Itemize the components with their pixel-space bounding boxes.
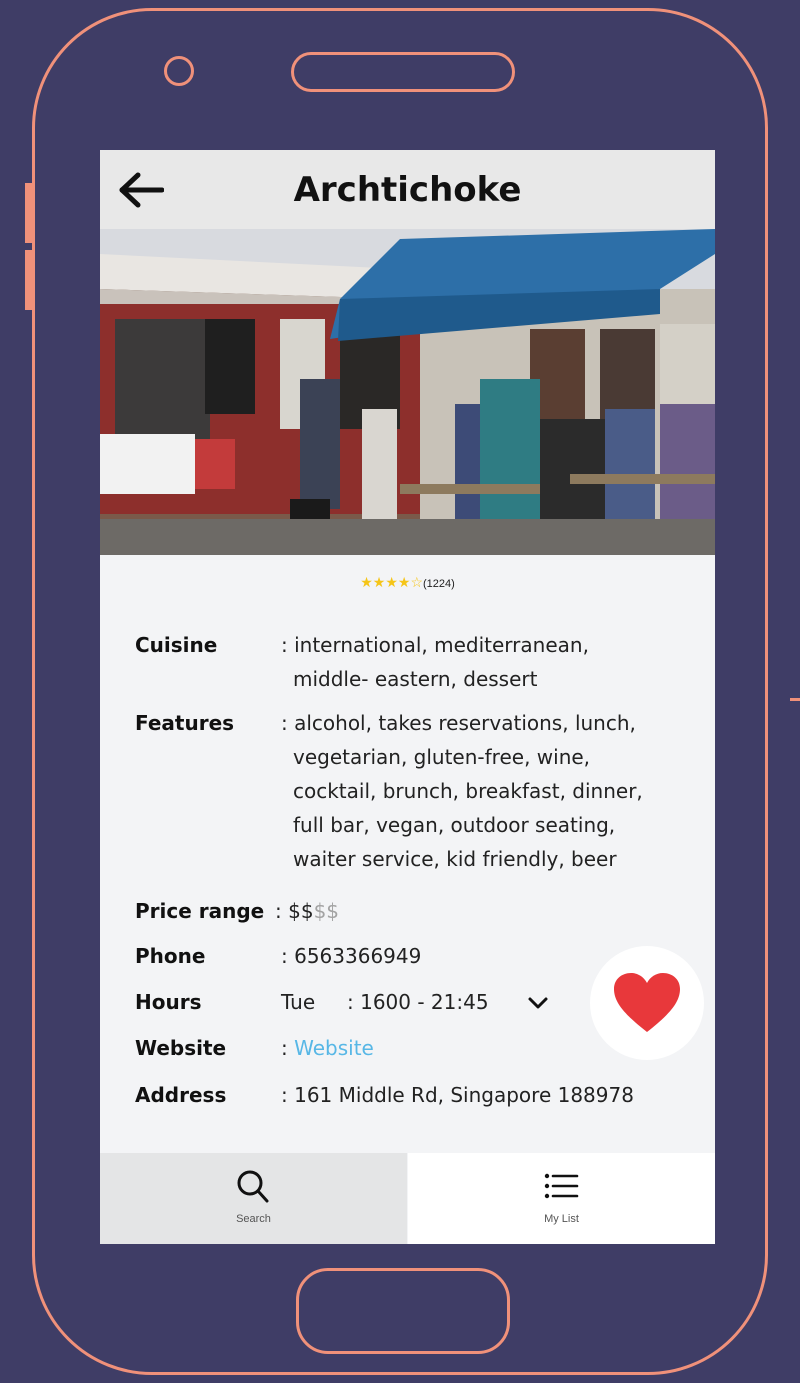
chevron-down-icon[interactable]	[527, 993, 549, 1013]
top-bar: Archtichoke	[100, 150, 715, 230]
hours-day: Tue	[281, 990, 316, 1014]
page-title: Archtichoke	[293, 170, 522, 210]
address-label: Address	[135, 1083, 227, 1107]
app-screen: Archtichoke ★★★★☆(1224) Cuisine: intern…	[100, 150, 715, 1244]
features-value: : alcohol, takes reservations, lunch, veg…	[281, 711, 643, 871]
website-value: : Website	[281, 1036, 374, 1060]
cuisine-value: : international, mediterranean, middle- e…	[281, 633, 589, 691]
tab-search-label: Search	[236, 1213, 271, 1225]
hours-label: Hours	[135, 990, 202, 1014]
features-label: Features	[135, 711, 235, 735]
star-empty-icon: ☆	[410, 574, 423, 590]
tab-my-list-label: My List	[544, 1213, 579, 1225]
hours-time: : 1600 - 21:45	[347, 990, 489, 1014]
volume-up-button	[25, 183, 34, 243]
tab-my-list[interactable]: My List	[408, 1153, 715, 1244]
star-filled-icon: ★	[360, 574, 373, 590]
phone-value: : 6563366949	[281, 944, 422, 968]
rating-row: ★★★★☆(1224)	[100, 574, 715, 591]
tab-search[interactable]: Search	[100, 1153, 407, 1244]
review-count: (1224)	[423, 578, 455, 590]
arrow-left-icon	[119, 172, 165, 208]
star-filled-icon: ★	[385, 574, 398, 590]
address-value: : 161 Middle Rd, Singapore 188978	[281, 1083, 634, 1107]
favorite-button[interactable]	[590, 946, 704, 1060]
website-label: Website	[135, 1036, 227, 1060]
website-link[interactable]: Website	[294, 1036, 374, 1060]
star-filled-icon: ★	[372, 574, 386, 590]
phone-label: Phone	[135, 944, 206, 968]
restaurant-photo	[100, 229, 715, 555]
heart-icon	[614, 973, 680, 1032]
bottom-nav: Search My List	[100, 1153, 715, 1244]
speaker-grille	[291, 52, 515, 92]
list-icon	[544, 1173, 579, 1199]
price-value: : $$$$	[275, 899, 340, 923]
camera-icon	[164, 56, 194, 86]
power-button	[790, 698, 800, 701]
cuisine-label: Cuisine	[135, 633, 218, 657]
home-button	[296, 1268, 510, 1354]
volume-down-button	[25, 250, 34, 310]
search-icon	[237, 1170, 269, 1203]
star-filled-icon: ★	[397, 574, 411, 590]
back-button[interactable]	[118, 170, 165, 210]
price-label: Price range	[135, 899, 265, 923]
